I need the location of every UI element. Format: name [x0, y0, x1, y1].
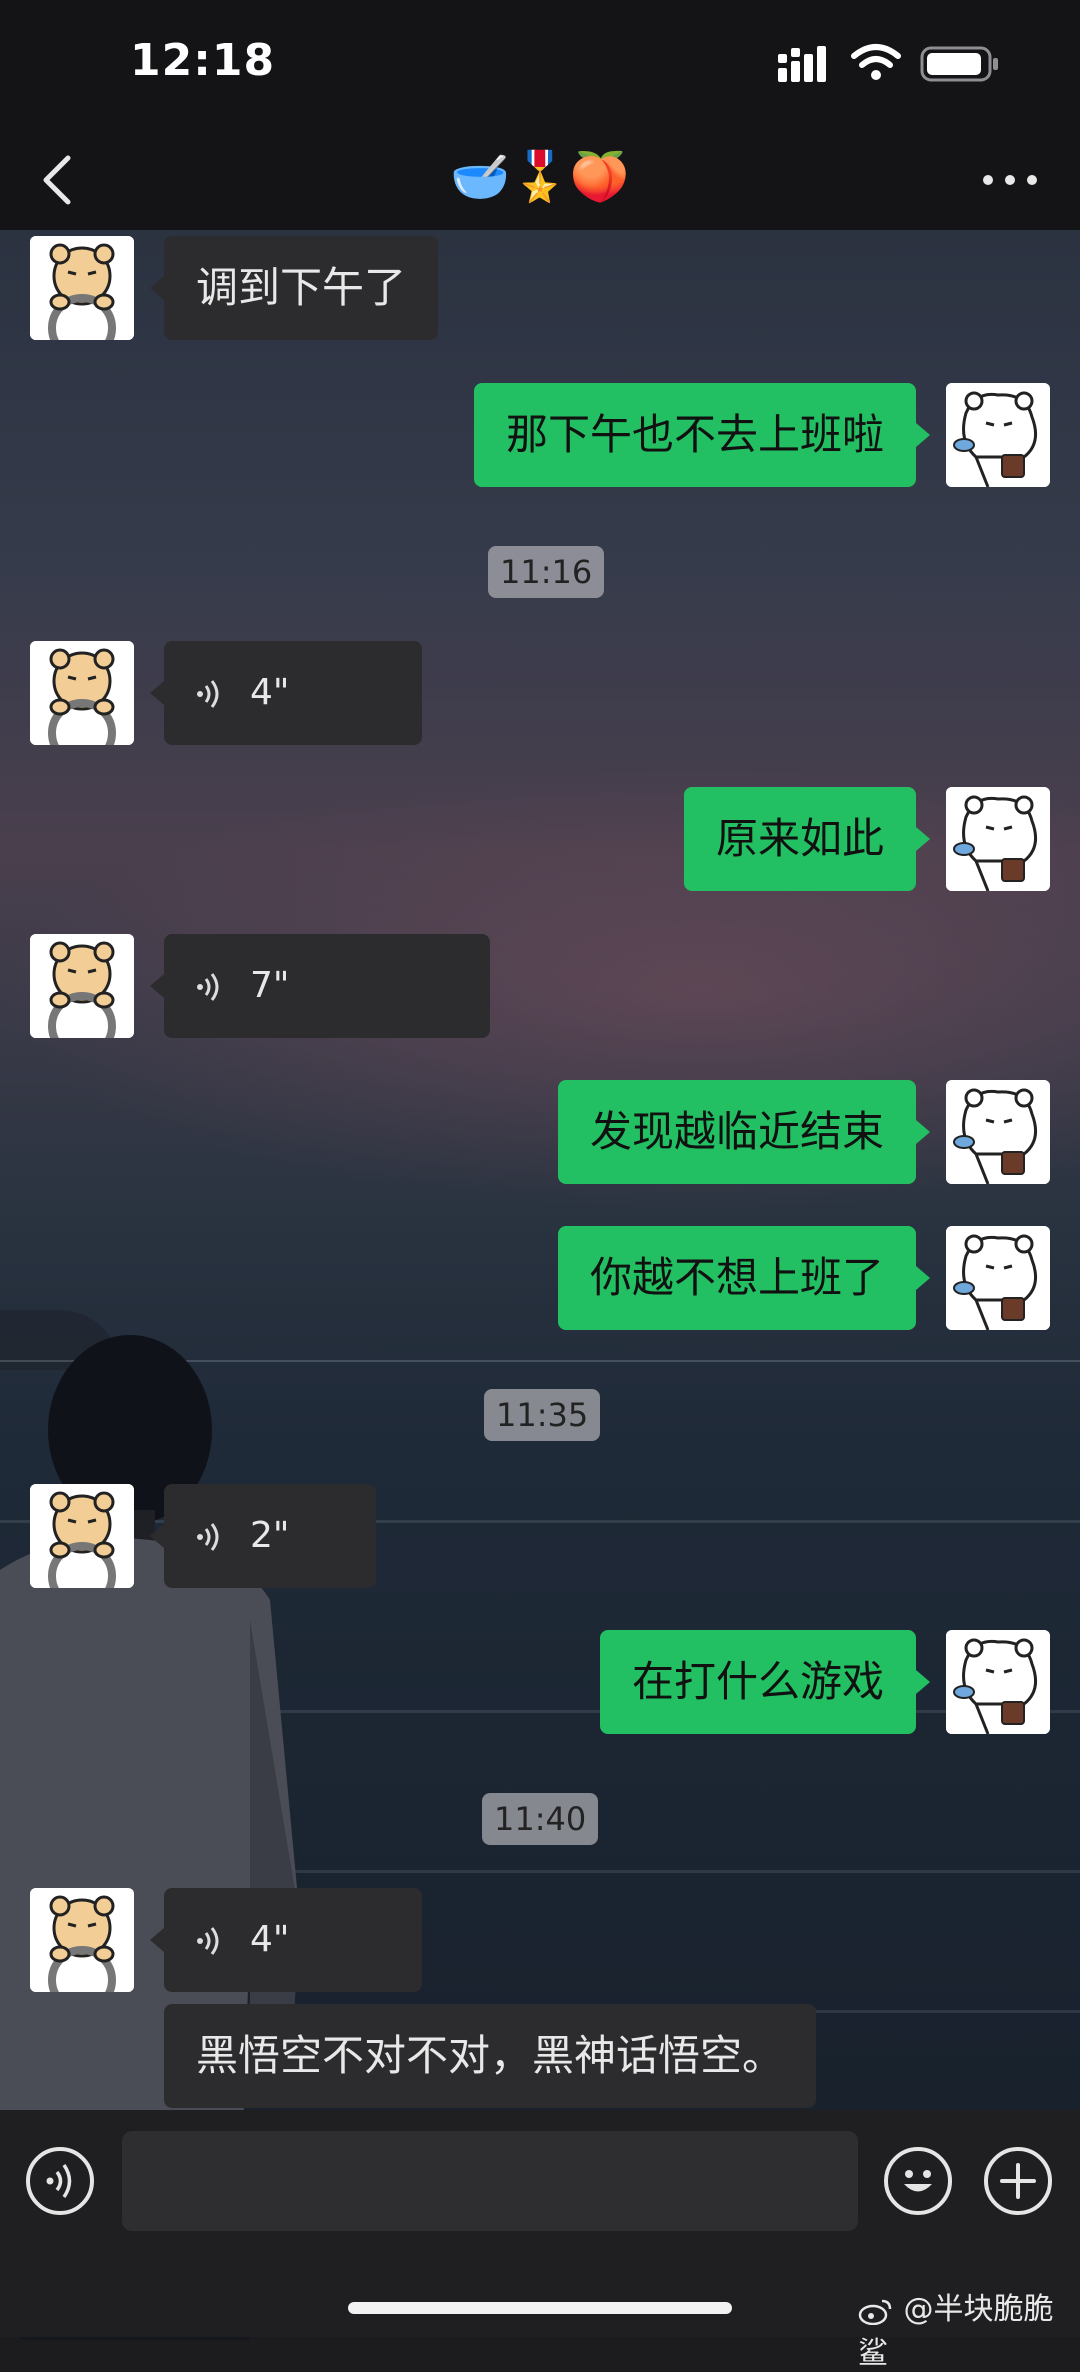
- bear-driving-avatar-icon: [30, 934, 134, 1038]
- self-avatar[interactable]: [946, 1080, 1050, 1184]
- message-row: 黑悟空不对不对，黑神话悟空。: [0, 2004, 1080, 2108]
- bear-driving-avatar-icon: [30, 1484, 134, 1588]
- message-row: 原来如此: [0, 787, 1080, 891]
- bubble-tail: [916, 827, 930, 851]
- outgoing-text-bubble[interactable]: 那下午也不去上班啦: [473, 383, 916, 487]
- plus-icon: [1000, 2163, 1036, 2199]
- bubble-tail: [916, 423, 930, 447]
- smiley-face-icon: [904, 2170, 932, 2192]
- contact-avatar[interactable]: [30, 934, 134, 1038]
- chat-title: 🥣🎖️🍑: [450, 149, 630, 205]
- incoming-voice-bubble[interactable]: 4": [164, 1888, 422, 1992]
- emoji-button[interactable]: [884, 2147, 952, 2215]
- bubble-tail: [916, 1266, 930, 1290]
- chat-header: 🥣🎖️🍑: [0, 130, 1080, 230]
- incoming-text-bubble[interactable]: 调到下午了: [164, 236, 439, 340]
- watermark: @半块脆脆鲨: [858, 2284, 1080, 2372]
- bubble-tail: [150, 1928, 164, 1952]
- message-row: 在打什么游戏: [0, 1630, 1080, 1734]
- voice-wave-icon: [197, 1523, 219, 1551]
- home-indicator[interactable]: [348, 2302, 732, 2314]
- message-row: 2": [0, 1484, 1080, 1588]
- incoming-voice-bubble[interactable]: 7": [164, 934, 490, 1038]
- bubble-tail: [150, 974, 164, 998]
- voice-wave-icon: [197, 1927, 219, 1955]
- bear-driving-avatar-icon: [30, 1888, 134, 1992]
- voice-duration: 4": [250, 1919, 290, 1960]
- outgoing-text-bubble[interactable]: 你越不想上班了: [557, 1226, 916, 1330]
- incoming-text-bubble[interactable]: 黑悟空不对不对，黑神话悟空。: [164, 2004, 817, 2108]
- status-bar: 12:18: [0, 0, 1080, 130]
- bear-driving-avatar-icon: [30, 236, 134, 340]
- bubble-tail: [150, 1524, 164, 1548]
- white-bear-avatar-icon: [946, 383, 1050, 487]
- voice-input-button[interactable]: [26, 2147, 94, 2215]
- white-bear-avatar-icon: [946, 787, 1050, 891]
- message-row: 那下午也不去上班啦: [0, 383, 1080, 487]
- voice-duration: 7": [250, 965, 290, 1006]
- contact-avatar[interactable]: [30, 1484, 134, 1588]
- message-row: 4": [0, 641, 1080, 745]
- message-row: 7": [0, 934, 1080, 1038]
- input-bar: @半块脆脆鲨: [0, 2110, 1080, 2371]
- outgoing-text-bubble[interactable]: 发现越临近结束: [557, 1080, 916, 1184]
- message-row: 调到下午了: [0, 236, 1080, 340]
- bubble-tail: [150, 681, 164, 705]
- incoming-voice-bubble[interactable]: 4": [164, 641, 422, 745]
- bear-driving-avatar-icon: [30, 641, 134, 745]
- status-time: 12:18: [130, 35, 276, 86]
- voice-wave-icon: [46, 2164, 72, 2198]
- bubble-tail: [150, 276, 164, 300]
- message-row: 4": [0, 1888, 1080, 1992]
- more-functions-button[interactable]: [984, 2147, 1052, 2215]
- white-bear-avatar-icon: [946, 1630, 1050, 1734]
- outgoing-text-bubble[interactable]: 在打什么游戏: [599, 1630, 916, 1734]
- voice-wave-icon: [197, 973, 219, 1001]
- outgoing-text-bubble[interactable]: 原来如此: [683, 787, 916, 891]
- bubble-tail: [916, 1670, 930, 1694]
- weibo-logo-icon: [858, 2299, 892, 2325]
- timestamp-label: 11:40: [482, 1793, 599, 1845]
- self-avatar[interactable]: [946, 1226, 1050, 1330]
- cellular-signal-icon: [778, 46, 826, 82]
- wifi-icon: [851, 44, 901, 80]
- self-avatar[interactable]: [946, 787, 1050, 891]
- white-bear-avatar-icon: [946, 1080, 1050, 1184]
- battery-icon: [920, 46, 998, 82]
- self-avatar[interactable]: [946, 1630, 1050, 1734]
- voice-duration: 2": [250, 1515, 290, 1556]
- self-avatar[interactable]: [946, 383, 1050, 487]
- incoming-voice-bubble[interactable]: 2": [164, 1484, 376, 1588]
- timestamp-label: 11:16: [488, 546, 605, 598]
- timestamp-label: 11:35: [484, 1389, 601, 1441]
- message-input[interactable]: [122, 2131, 858, 2231]
- bubble-tail: [916, 1120, 930, 1144]
- contact-avatar[interactable]: [30, 236, 134, 340]
- contact-avatar[interactable]: [30, 1888, 134, 1992]
- white-bear-avatar-icon: [946, 1226, 1050, 1330]
- message-row: 你越不想上班了: [0, 1226, 1080, 1330]
- voice-wave-icon: [197, 680, 219, 708]
- contact-avatar[interactable]: [30, 641, 134, 745]
- message-row: 发现越临近结束: [0, 1080, 1080, 1184]
- more-options-icon[interactable]: [980, 170, 1040, 190]
- voice-duration: 4": [250, 672, 290, 713]
